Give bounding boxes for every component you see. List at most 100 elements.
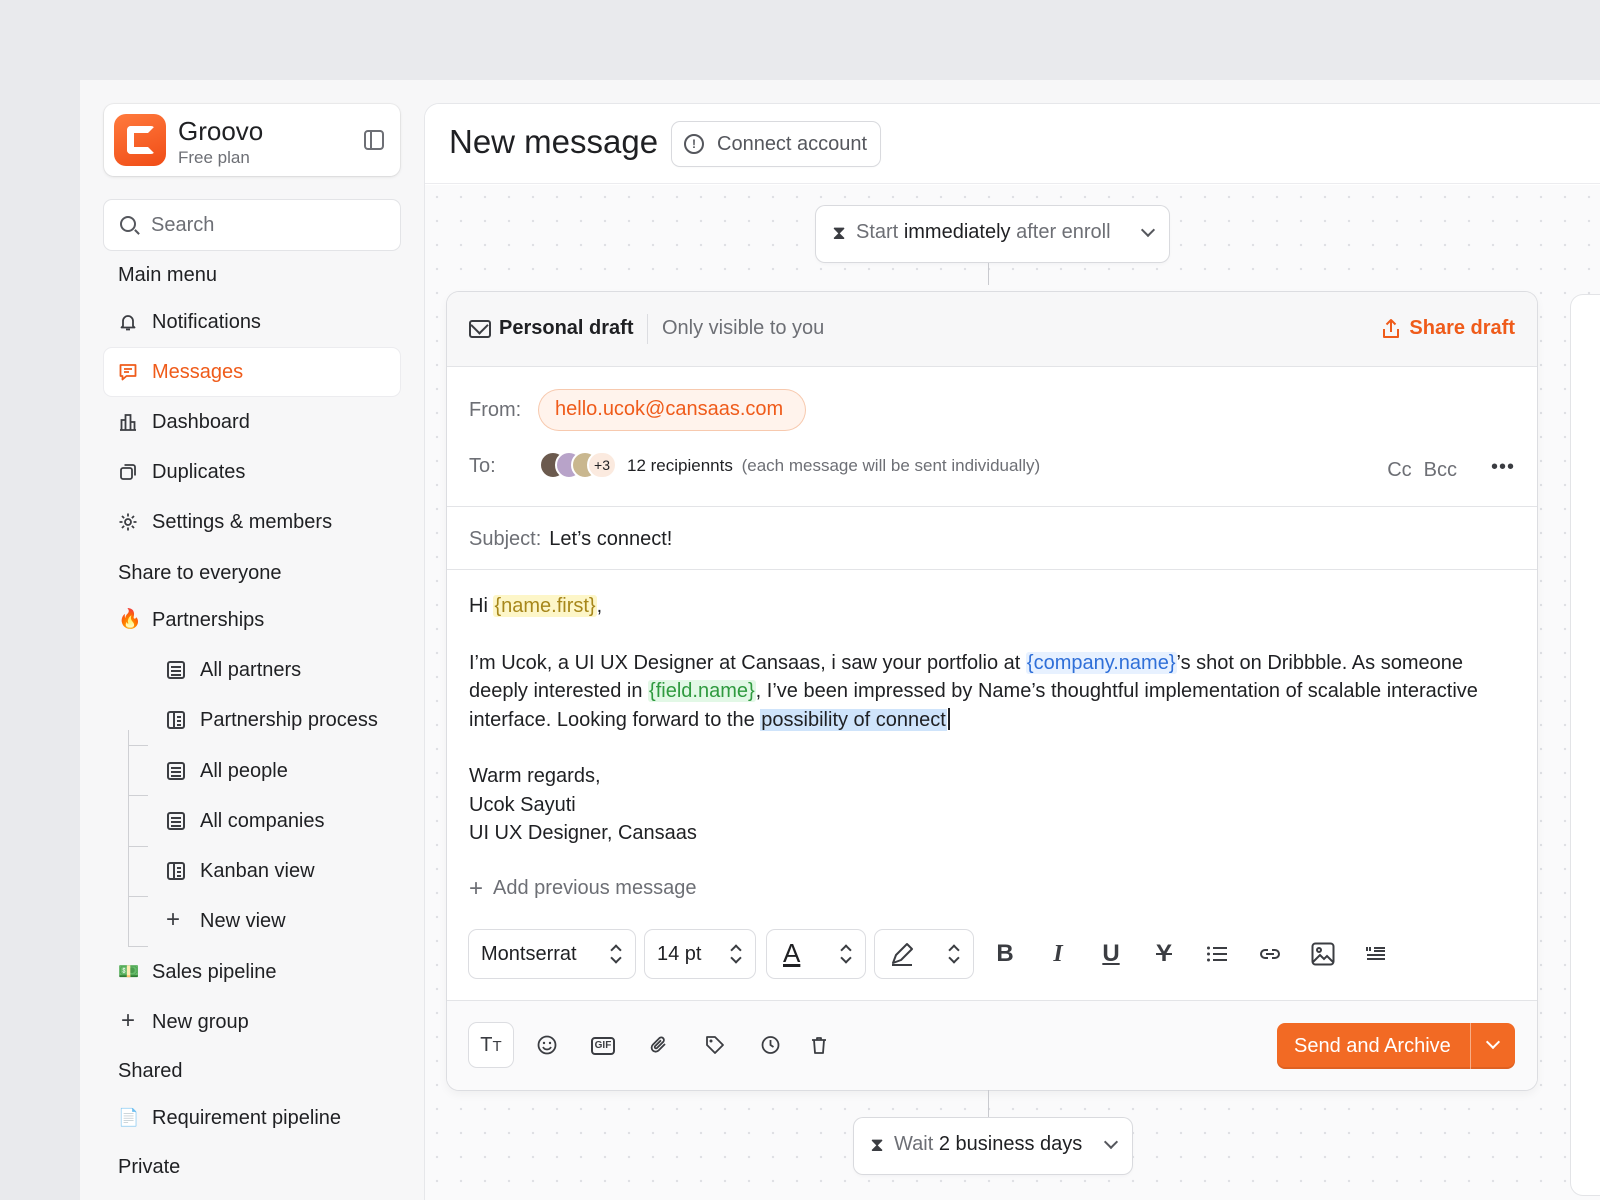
- tree-tick: [128, 745, 148, 746]
- variable-company-name[interactable]: {company.name}: [1025, 651, 1177, 674]
- attachment-icon[interactable]: [637, 1023, 681, 1067]
- link-icon[interactable]: [1248, 932, 1292, 976]
- bullet-list-icon[interactable]: [1195, 932, 1239, 976]
- bcc-button[interactable]: Bcc: [1424, 459, 1457, 481]
- draft-header: Personal draft Only visible to you Share…: [447, 292, 1537, 367]
- variable-name-first[interactable]: {name.first}: [493, 595, 597, 617]
- sidebar-item-label: Partnerships: [152, 609, 265, 631]
- subject-value: Let’s connect!: [549, 528, 673, 550]
- bold-icon[interactable]: B: [983, 932, 1027, 976]
- updown-icon: [731, 944, 741, 964]
- recipients-summary[interactable]: 12 recipiennts (each message will be sen…: [627, 456, 1040, 476]
- variable-field-name[interactable]: {field.name}: [648, 680, 756, 702]
- wait-step-dropdown[interactable]: ⧗ Wait 2 business days: [854, 1118, 1132, 1174]
- font-size-select[interactable]: 14 pt: [645, 930, 755, 978]
- trash-icon[interactable]: [797, 1023, 841, 1067]
- text-color-select[interactable]: A: [767, 930, 865, 978]
- alert-icon: !: [684, 134, 704, 154]
- sidebar-item-label: Sales pipeline: [152, 961, 277, 983]
- start-trigger-dropdown[interactable]: ⧗ Start immediately after enroll: [816, 206, 1169, 262]
- tag-icon[interactable]: [693, 1023, 737, 1067]
- from-address-chip[interactable]: hello.ucok@cansaas.com: [539, 390, 805, 430]
- strikethrough-icon[interactable]: Y: [1142, 932, 1186, 976]
- trigger-value: immediately: [903, 221, 1011, 243]
- new-view-button[interactable]: + New view: [152, 897, 392, 945]
- highlight-color-select[interactable]: [875, 930, 973, 978]
- new-group-button[interactable]: + New group: [104, 998, 400, 1046]
- wait-value: 2 business days: [938, 1133, 1083, 1155]
- draft-visibility: Only visible to you: [662, 317, 825, 339]
- sidebar-item-all-people[interactable]: All people: [152, 747, 392, 795]
- signature-line: Ucok Sayuti: [469, 793, 576, 816]
- page-title: New message: [449, 123, 659, 160]
- add-previous-message-button[interactable]: + Add previous message: [469, 875, 696, 903]
- tree-tick: [128, 795, 148, 796]
- italic-icon[interactable]: I: [1036, 932, 1080, 976]
- share-heading: Share to everyone: [118, 562, 282, 584]
- page-header: New message ! Connect account: [425, 104, 1600, 184]
- highlighter-icon: [892, 943, 913, 966]
- money-icon: 💵: [118, 962, 140, 981]
- message-editor-panel: New message ! Connect account ⧗ Start im…: [425, 104, 1600, 1200]
- chevron-down-icon: [1140, 222, 1156, 238]
- sidebar-item-requirement-pipeline[interactable]: 📄 Requirement pipeline: [104, 1094, 400, 1142]
- underline-icon[interactable]: U: [1089, 932, 1133, 976]
- search-icon: [120, 216, 136, 232]
- body-text-part: I’m Ucok, a UI UX Designer at Cansaas, i…: [469, 651, 1021, 674]
- sidebar-item-partnership-process[interactable]: Partnership process: [152, 696, 392, 744]
- font-family-select[interactable]: Montserrat: [469, 930, 635, 978]
- sidebar-item-messages[interactable]: Messages: [104, 348, 400, 396]
- table-icon: [166, 811, 186, 831]
- schedule-icon[interactable]: [749, 1023, 793, 1067]
- sidebar-item-notifications[interactable]: Notifications: [104, 298, 400, 346]
- cc-button[interactable]: Cc: [1387, 459, 1411, 481]
- document-icon: 📄: [118, 1108, 140, 1127]
- text-style-icon[interactable]: TT: [469, 1023, 513, 1067]
- connect-account-button[interactable]: ! Connect account: [672, 122, 880, 166]
- recipient-avatars[interactable]: +3: [539, 451, 619, 479]
- sidebar-item-partnerships[interactable]: 🔥 Partnerships: [104, 596, 400, 644]
- more-options-icon[interactable]: •••: [1491, 456, 1515, 479]
- workflow-canvas: ⧗ Start immediately after enroll Persona…: [425, 185, 1600, 1200]
- quote-icon[interactable]: [1354, 932, 1398, 976]
- cc-bcc-controls: Cc Bcc: [1387, 459, 1457, 482]
- shared-heading: Shared: [118, 1060, 183, 1082]
- workspace-plan: Free plan: [178, 148, 250, 167]
- sidebar-item-all-companies[interactable]: All companies: [152, 797, 392, 845]
- gif-icon[interactable]: GIF: [581, 1023, 625, 1067]
- workspace-switcher[interactable]: Groovo Free plan: [104, 104, 400, 176]
- new-group-label: New group: [152, 1011, 249, 1033]
- tree-tick: [128, 846, 148, 847]
- image-icon[interactable]: [1301, 932, 1345, 976]
- trigger-post: after enroll: [1016, 221, 1111, 243]
- to-label: To:: [469, 455, 496, 477]
- message-body-editor[interactable]: Hi {name.first}, I’m Ucok, a UI UX Desig…: [469, 592, 1519, 848]
- send-and-archive-button[interactable]: Send and Archive: [1277, 1023, 1515, 1069]
- signature-line: UI UX Designer, Cansaas: [469, 822, 697, 844]
- sidebar-item-duplicates[interactable]: Duplicates: [104, 448, 400, 496]
- chevron-down-icon[interactable]: [1485, 1034, 1501, 1050]
- sidebar-item-dashboard[interactable]: Dashboard: [104, 398, 400, 446]
- sidebar-item-settings[interactable]: Settings & members: [104, 498, 400, 546]
- sidebar-item-label: Dashboard: [152, 411, 250, 433]
- updown-icon: [949, 944, 959, 964]
- sidebar-collapse-icon[interactable]: [364, 130, 384, 150]
- emoji-icon[interactable]: [525, 1023, 569, 1067]
- sidebar-item-kanban-view[interactable]: Kanban view: [152, 847, 392, 895]
- search-input[interactable]: Search: [104, 200, 400, 250]
- plus-icon: +: [469, 875, 484, 902]
- greeting-text: Hi: [469, 595, 488, 617]
- sidebar-item-label: All partners: [200, 659, 302, 681]
- share-draft-button[interactable]: Share draft: [1409, 317, 1515, 340]
- recipients-count: 12 recipiennts: [627, 456, 733, 475]
- text-caret: [947, 707, 950, 730]
- subject-field[interactable]: Subject: Let’s connect!: [469, 528, 672, 551]
- sidebar-item-all-partners[interactable]: All partners: [152, 646, 392, 694]
- table-icon: [166, 761, 186, 781]
- sidebar-item-sales-pipeline[interactable]: 💵 Sales pipeline: [104, 948, 400, 996]
- gear-icon: [119, 513, 137, 531]
- side-panel-edge: [1571, 295, 1600, 1195]
- chevron-down-icon: [1103, 1134, 1119, 1150]
